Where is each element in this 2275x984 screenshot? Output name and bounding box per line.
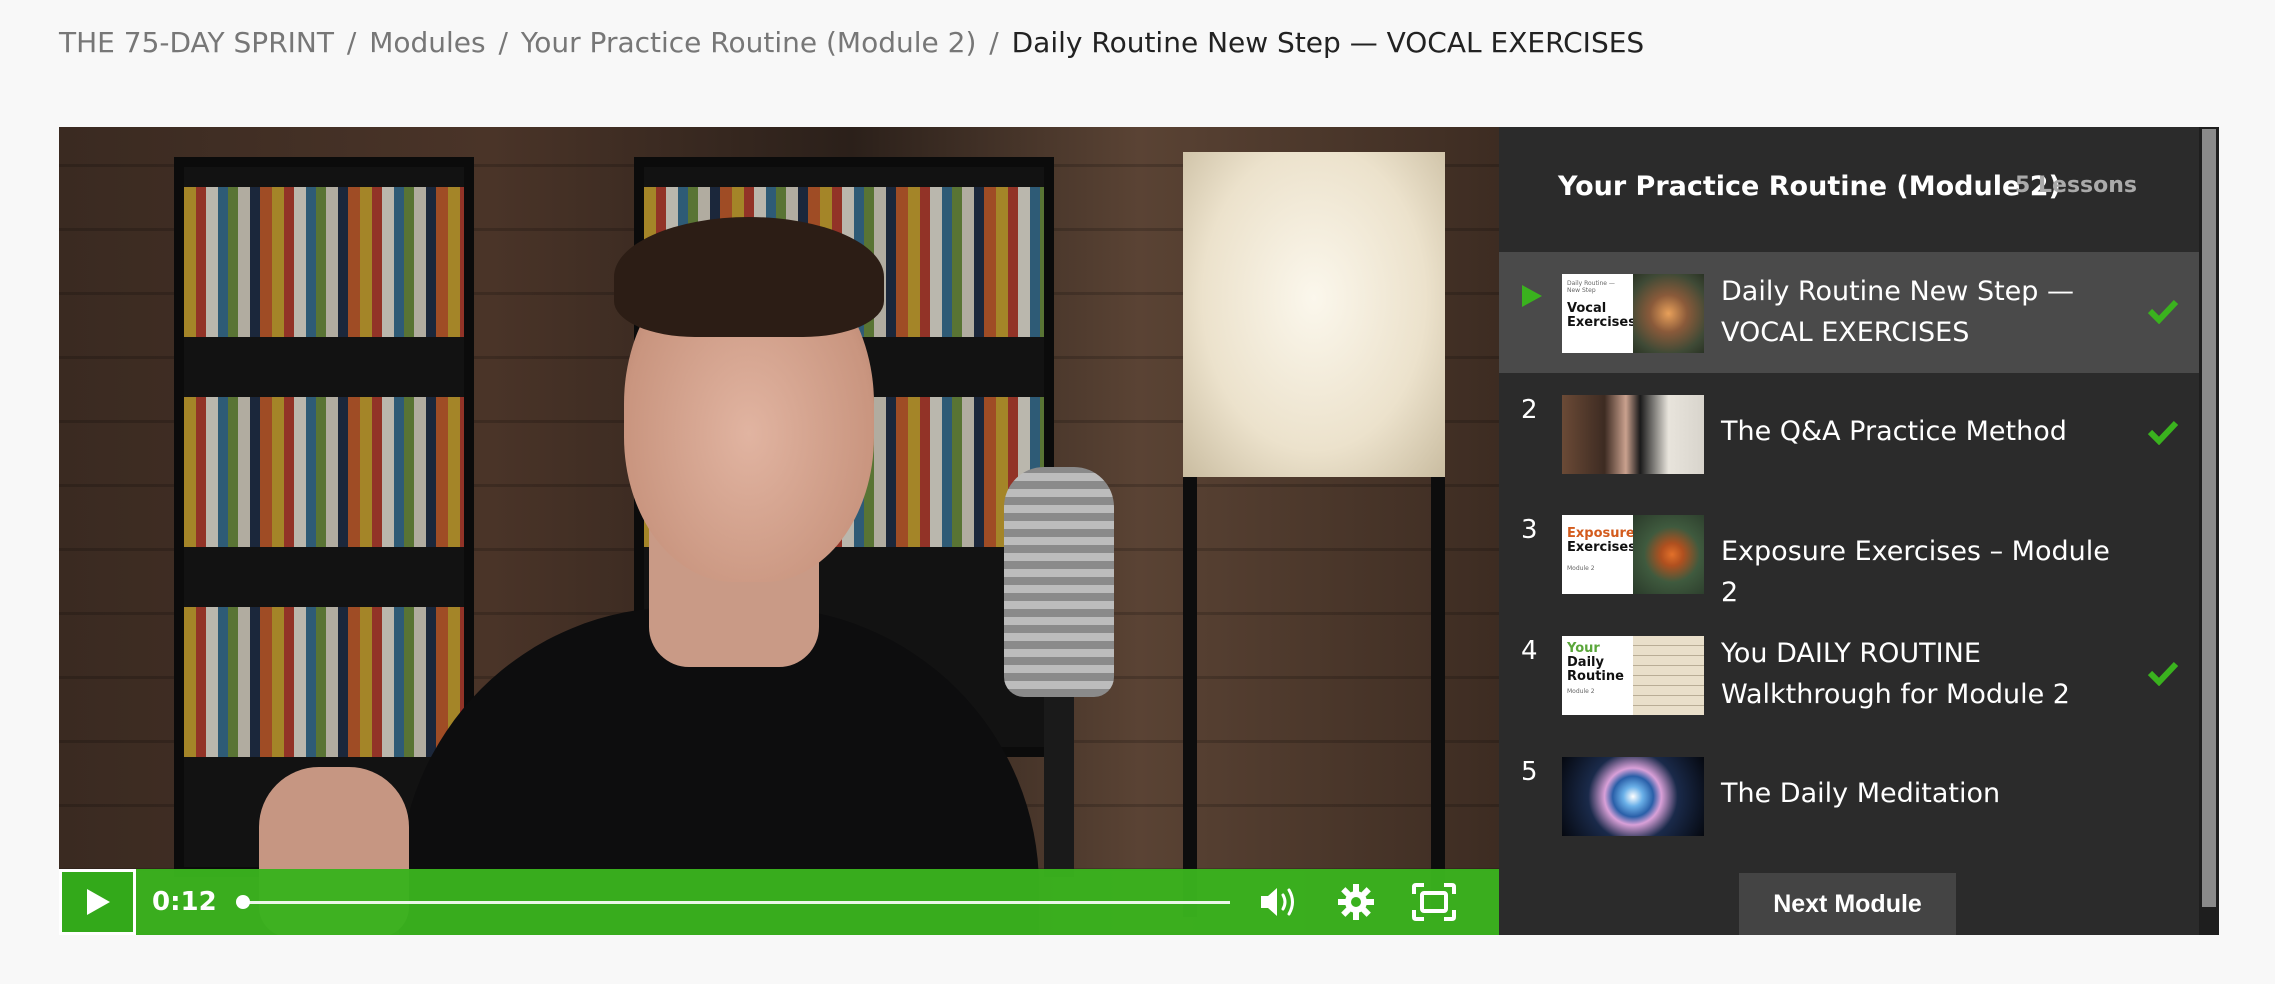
thumbnail-caption: Daily Routine — New Step (1567, 280, 1615, 294)
fullscreen-icon (1412, 883, 1456, 921)
lesson-thumbnail: Exposure Exercises Module 2 (1562, 515, 1704, 594)
lesson-count: 5 Lessons (2015, 173, 2137, 198)
thumbnail-line: Exercises (1567, 540, 1636, 555)
completed-check-icon (2147, 420, 2179, 445)
breadcrumb-current: Daily Routine New Step — VOCAL EXERCISES (1011, 26, 1645, 59)
lesson-number: 4 (1521, 636, 1538, 666)
lesson-item-5[interactable]: 5 The Daily Meditation (1499, 735, 2199, 856)
thumbnail-line: Vocal (1567, 301, 1607, 316)
thumbnail-card: Your Daily Routine Module 2 (1562, 636, 1633, 715)
lesson-title: Daily Routine New Step — VOCAL EXERCISES (1721, 276, 2075, 348)
breadcrumb-module-link[interactable]: Your Practice Routine (Module 2) (521, 26, 977, 59)
lamp-stand (1183, 477, 1445, 917)
video-controls: 0:12 (59, 869, 1499, 935)
completed-check-icon (2147, 299, 2179, 324)
book-row (184, 187, 464, 337)
lesson-sidebar: Your Practice Routine (Module 2) 5 Lesso… (1499, 127, 2219, 935)
scrollbar-thumb[interactable] (2202, 129, 2216, 907)
lesson-number: 2 (1521, 395, 1538, 425)
presenter-hair (614, 217, 884, 337)
microphone (1004, 467, 1114, 697)
lesson-thumbnail (1562, 395, 1704, 474)
thumbnail-line: Routine (1567, 669, 1624, 684)
breadcrumb: THE 75-DAY SPRINT / Modules / Your Pract… (59, 26, 1644, 59)
thumbnail-heading: Exposure Exercises (1567, 526, 1636, 555)
lesson-item-1[interactable]: Daily Routine — New Step Vocal Exercises… (1499, 252, 2199, 373)
thumbnail-photo (1562, 395, 1704, 474)
sidebar-header: Your Practice Routine (Module 2) 5 Lesso… (1499, 127, 2199, 252)
video-player[interactable]: 0:12 (59, 127, 1499, 935)
next-module-button[interactable]: Next Module (1739, 873, 1956, 935)
thumbnail-photo (1633, 636, 1704, 715)
lesson-title: You DAILY ROUTINE Walkthrough for Module… (1721, 638, 2070, 710)
breadcrumb-modules-link[interactable]: Modules (369, 26, 485, 59)
progress-bar[interactable] (236, 894, 1230, 909)
thumbnail-line: Exercises (1567, 315, 1636, 330)
breadcrumb-separator: / (498, 26, 508, 59)
thumbnail-caption: Module 2 (1567, 565, 1595, 572)
current-time: 0:12 (152, 887, 217, 917)
sidebar-scrollbar[interactable] (2199, 127, 2219, 935)
thumbnail-photo (1633, 515, 1704, 594)
lesson-title: The Daily Meditation (1721, 778, 2001, 809)
volume-button[interactable] (1248, 872, 1308, 932)
thumbnail-heading: Vocal Exercises (1567, 301, 1636, 330)
thumbnail-card: Exposure Exercises Module 2 (1562, 515, 1636, 594)
fullscreen-button[interactable] (1404, 872, 1464, 932)
video-frame (59, 127, 1499, 935)
completed-check-icon (2147, 661, 2179, 686)
now-playing-icon (1522, 285, 1542, 307)
lesson-thumbnail: Daily Routine — New Step Vocal Exercises (1562, 274, 1704, 353)
lesson-item-3[interactable]: 3 Exposure Exercises Module 2 Exposure E… (1499, 493, 2199, 614)
lesson-number: 3 (1521, 515, 1538, 545)
thumbnail-heading: Your Daily Routine (1567, 642, 1628, 684)
lesson-thumbnail: Your Daily Routine Module 2 (1562, 636, 1704, 715)
thumbnail-line: Exposure (1567, 526, 1635, 541)
thumbnail-caption: Module 2 (1567, 688, 1595, 695)
thumbnail-photo (1633, 274, 1704, 353)
thumbnail-card: Daily Routine — New Step Vocal Exercises (1562, 274, 1636, 353)
lesson-number: 5 (1521, 757, 1538, 787)
module-title: Your Practice Routine (Module 2) (1558, 171, 2061, 202)
breadcrumb-course-link[interactable]: THE 75-DAY SPRINT (59, 26, 334, 59)
breadcrumb-separator: / (989, 26, 999, 59)
volume-icon (1261, 888, 1294, 916)
thumbnail-line: Daily (1567, 655, 1604, 670)
progress-handle[interactable] (236, 894, 250, 909)
play-button[interactable] (59, 869, 136, 935)
microphone-stand (1044, 697, 1074, 877)
lamp-shade (1183, 152, 1445, 477)
lesson-item-4[interactable]: 4 Your Daily Routine Module 2 You DAILY … (1499, 614, 2199, 735)
book-row (184, 607, 464, 757)
lesson-thumbnail (1562, 757, 1704, 836)
thumbnail-photo (1562, 757, 1704, 836)
lesson-title: The Q&A Practice Method (1721, 416, 2067, 447)
play-icon (86, 889, 110, 915)
book-row (184, 397, 464, 547)
breadcrumb-separator: / (346, 26, 357, 59)
thumbnail-line: Your (1567, 641, 1600, 656)
gear-icon (1338, 884, 1374, 920)
lesson-item-2[interactable]: 2 The Q&A Practice Method (1499, 373, 2199, 494)
settings-button[interactable] (1326, 872, 1386, 932)
lesson-title: Exposure Exercises – Module 2 (1721, 536, 2110, 608)
